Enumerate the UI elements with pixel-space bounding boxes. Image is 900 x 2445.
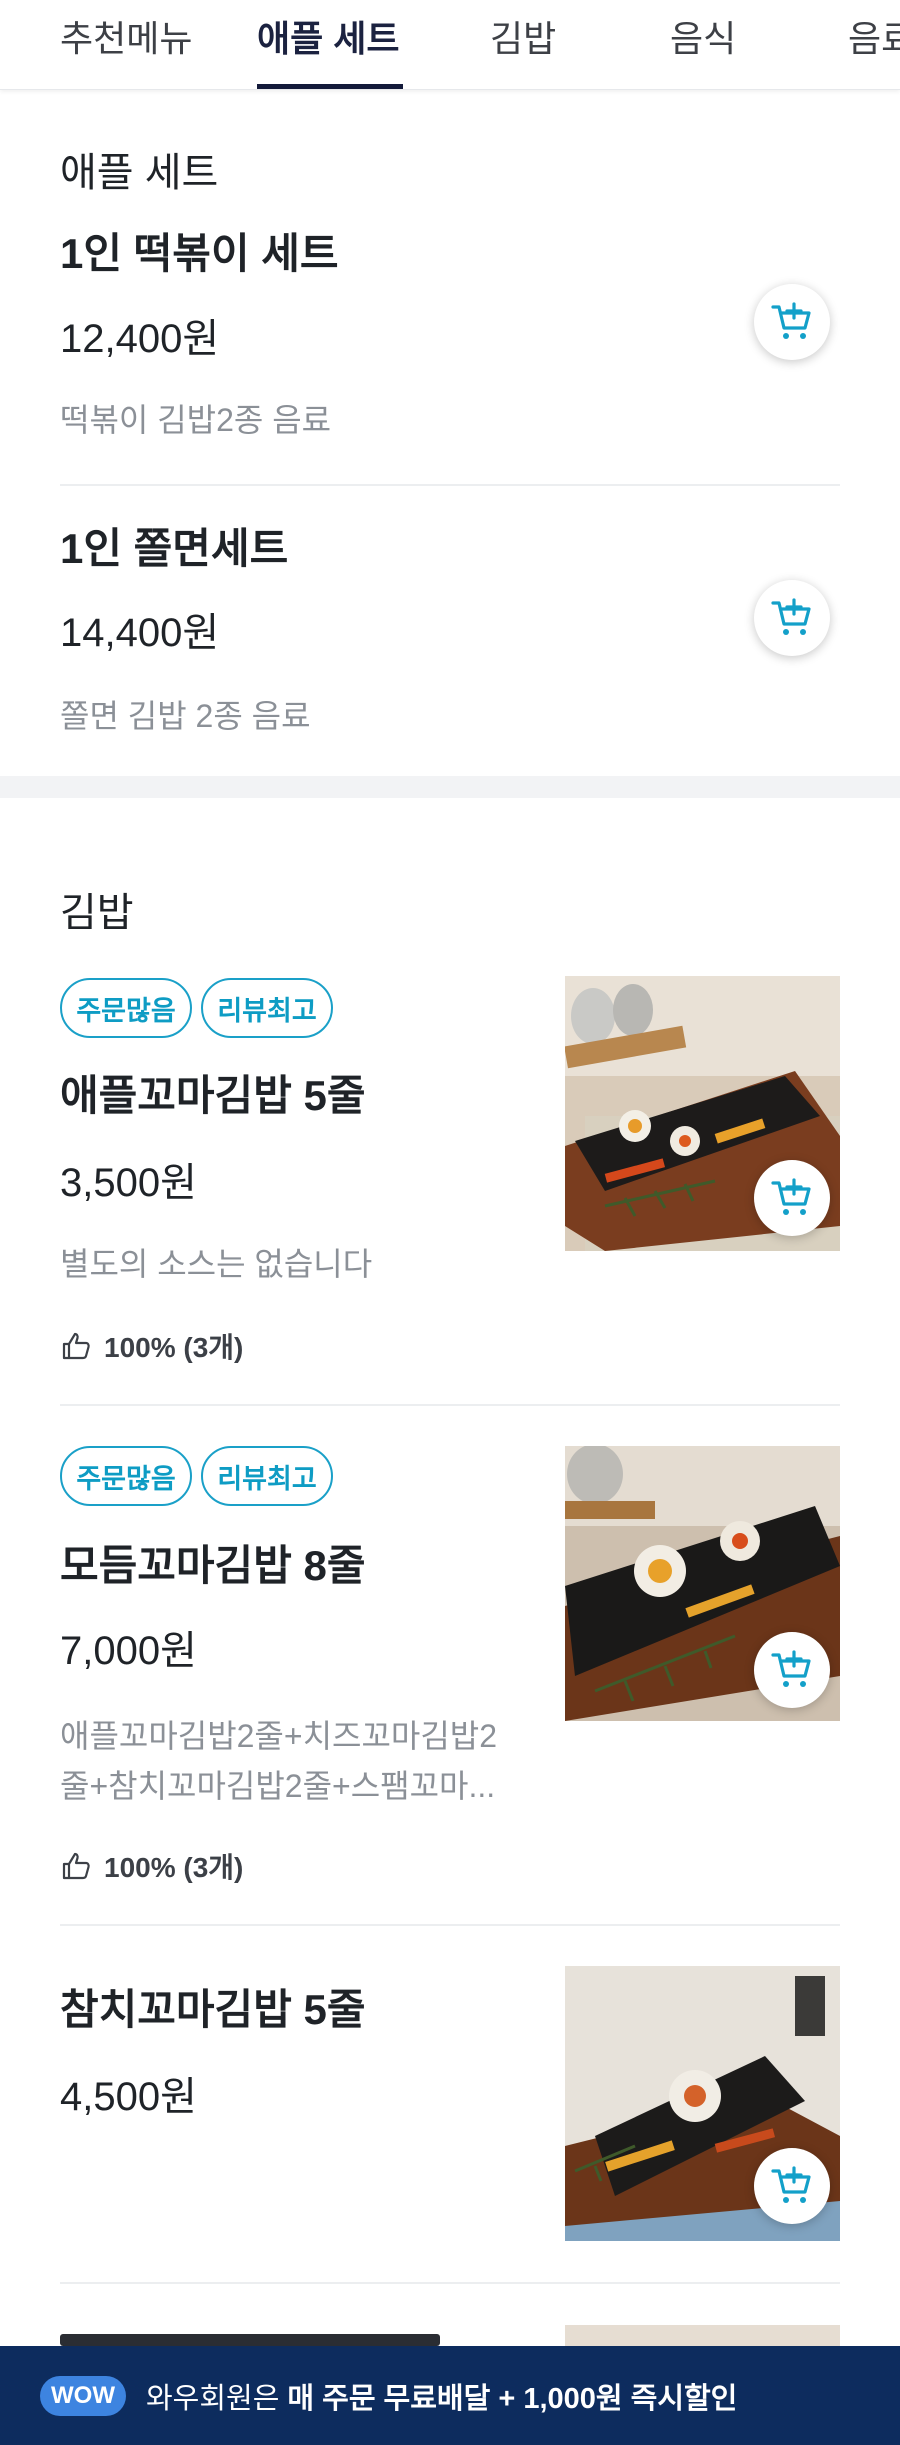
tab-drinks[interactable]: 음료 xyxy=(848,10,900,89)
cart-add-icon xyxy=(771,2166,811,2203)
menu-item-name: 1인 떡볶이 세트 xyxy=(60,230,339,277)
rating: 100% (3개) xyxy=(60,1846,243,1886)
add-to-cart-button[interactable] xyxy=(754,2148,830,2224)
rating-text: 100% (3개) xyxy=(104,1332,244,1363)
banner-text: 와우회원은 xyxy=(146,2382,280,2415)
divider xyxy=(60,484,840,486)
menu-item-desc: 별도의 소스는 없습니다 xyxy=(60,1246,373,1282)
section-separator xyxy=(0,776,900,798)
menu-item-name: 참치꼬마김밥 5줄 xyxy=(60,1986,366,2033)
badge-best-review: 리뷰최고 xyxy=(201,978,333,1038)
menu-item-name: 1인 쫄면세트 xyxy=(60,525,289,572)
badge-popular: 주문많음 xyxy=(60,1446,192,1506)
menu-item-name: 애플꼬마김밥 5줄 xyxy=(60,1072,366,1119)
divider xyxy=(60,1924,840,1926)
rating-text: 100% (3개) xyxy=(104,1852,244,1883)
cart-add-icon xyxy=(771,598,811,635)
menu-item-price: 7,000원 xyxy=(60,1629,197,1673)
cart-add-icon xyxy=(771,302,811,339)
cart-add-icon xyxy=(771,1178,811,1215)
menu-item-photo xyxy=(565,2325,840,2346)
section-title-gimbap: 김밥 xyxy=(60,891,134,935)
tab-apple-set[interactable]: 애플 세트 xyxy=(257,10,399,89)
wow-badge: WOW xyxy=(40,2375,126,2416)
thumbs-up-icon xyxy=(62,1852,90,1880)
badge-best-review: 리뷰최고 xyxy=(201,1446,333,1506)
badge-popular: 주문많음 xyxy=(60,978,192,1038)
add-to-cart-button[interactable] xyxy=(754,284,830,360)
menu-item-price: 12,400원 xyxy=(60,317,220,361)
menu-item-price: 4,500원 xyxy=(60,2075,197,2119)
menu-item-desc: 떡볶이 김밥2종 음료 xyxy=(60,402,332,438)
wow-membership-banner[interactable]: WOW 와우회원은 매 주문 무료배달 + 1,000원 즉시할인 xyxy=(0,2346,900,2445)
tab-recommended[interactable]: 추천메뉴 xyxy=(60,10,192,89)
category-tabs: 추천메뉴 애플 세트 김밥 음식 음료 xyxy=(0,0,900,90)
menu-item-desc-line2: 줄+참치꼬마김밥2줄+스팸꼬마... xyxy=(60,1768,496,1804)
rating: 100% (3개) xyxy=(60,1326,243,1366)
divider xyxy=(60,2282,840,2284)
thumbs-up-icon xyxy=(62,1332,90,1360)
menu-item-price: 3,500원 xyxy=(60,1161,197,1205)
cart-add-icon xyxy=(771,1650,811,1687)
menu-item-price: 14,400원 xyxy=(60,611,220,655)
active-tab-indicator xyxy=(257,84,403,89)
add-to-cart-button[interactable] xyxy=(754,1632,830,1708)
divider xyxy=(60,1404,840,1406)
menu-item-desc: 쫄면 김밥 2종 음료 xyxy=(60,698,311,734)
add-to-cart-button[interactable] xyxy=(754,1160,830,1236)
menu-item-desc-line1: 애플꼬마김밥2줄+치즈꼬마김밥2 xyxy=(60,1718,498,1754)
tab-gimbap[interactable]: 김밥 xyxy=(490,10,556,89)
add-to-cart-button[interactable] xyxy=(754,580,830,656)
menu-item-name-partial xyxy=(60,2334,440,2346)
section-title-apple-set: 애플 세트 xyxy=(60,151,219,195)
menu-item-name: 모듬꼬마김밥 8줄 xyxy=(60,1542,366,1589)
tab-food[interactable]: 음식 xyxy=(670,10,736,89)
banner-offer: 매 주문 무료배달 + 1,000원 즉시할인 xyxy=(287,2382,738,2415)
